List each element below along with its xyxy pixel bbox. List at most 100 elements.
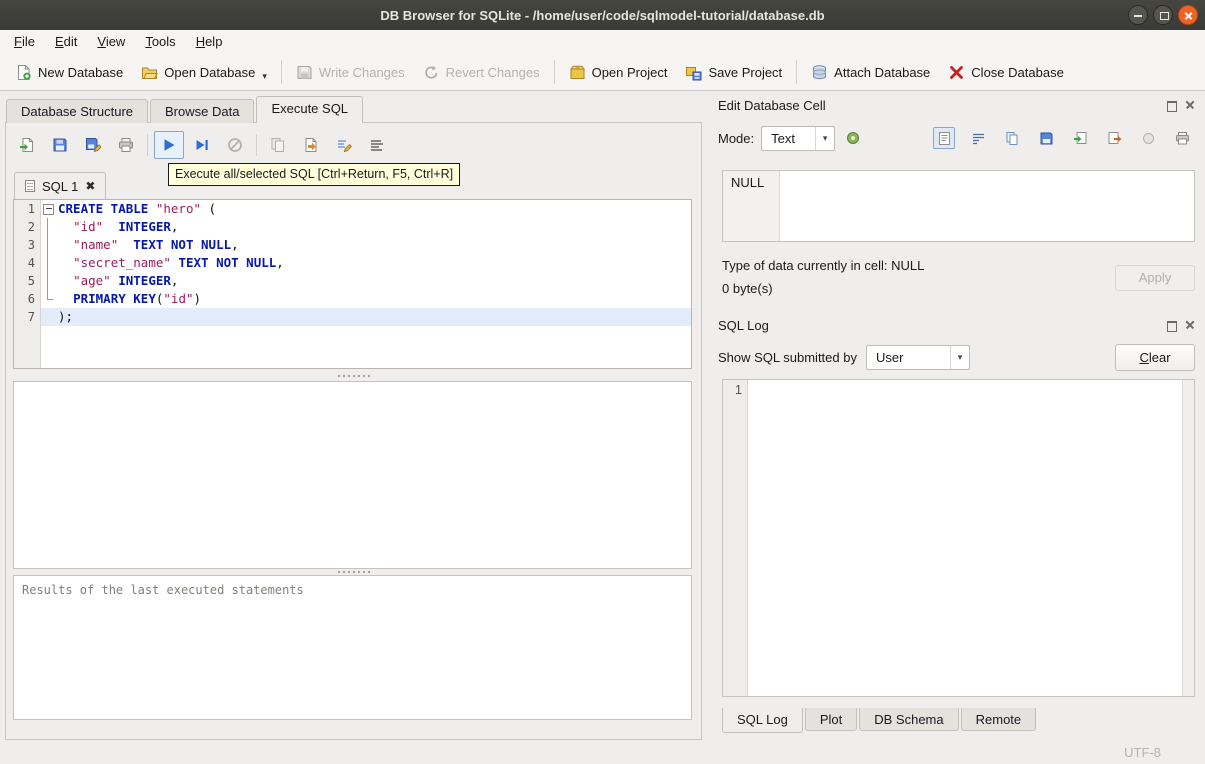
tab-execute-sql[interactable]: Execute SQL	[256, 96, 364, 123]
save-sql-as-button[interactable]	[78, 131, 108, 159]
close-button[interactable]	[1178, 5, 1198, 25]
close-database-button[interactable]: Close Database	[939, 59, 1073, 86]
save-sql-file-button[interactable]	[45, 131, 75, 159]
editor-line[interactable]: PRIMARY KEY("id")	[41, 290, 691, 308]
chevron-down-icon: ▾	[815, 126, 834, 150]
print-cell-button[interactable]	[1171, 127, 1193, 149]
encoding-indicator[interactable]: UTF-8	[1124, 745, 1161, 760]
execute-all-icon	[164, 139, 175, 151]
copy-cell-button[interactable]	[1001, 127, 1023, 149]
export-results-button[interactable]	[296, 131, 326, 159]
menu-edit[interactable]: Edit	[45, 30, 87, 54]
float-panel-icon[interactable]	[1166, 320, 1177, 332]
code-text: );	[58, 309, 74, 324]
auto-switch-mode-icon	[847, 132, 860, 144]
write-changes-button[interactable]: Write Changes	[287, 59, 414, 86]
editor-line[interactable]: "name" TEXT NOT NULL,	[41, 236, 691, 254]
minimize-button[interactable]	[1128, 5, 1148, 25]
open-database-button[interactable]: Open Database ▾	[132, 59, 276, 86]
app-window: DB Browser for SQLite - /home/user/code/…	[0, 0, 1205, 764]
menu-view[interactable]: View	[87, 30, 135, 54]
attach-database-button[interactable]: Attach Database	[802, 59, 939, 86]
menubar: File Edit View Tools Help	[0, 30, 1205, 54]
sql-document-tab[interactable]: SQL 1 ✖	[14, 172, 107, 199]
editor-line[interactable]: CREATE TABLE "hero" (	[41, 200, 691, 218]
sql-log-header: SQL Log	[718, 315, 1195, 335]
print-sql-button[interactable]	[111, 131, 141, 159]
filter-label: Show SQL submitted by	[718, 349, 857, 365]
fold-marker-icon[interactable]	[41, 200, 55, 218]
save-icon	[1040, 132, 1052, 144]
editor-line[interactable]: );	[41, 308, 691, 326]
sql-log-view[interactable]: 1	[722, 379, 1195, 697]
word-wrap-button[interactable]	[967, 127, 989, 149]
clear-log-button[interactable]: Clear	[1115, 343, 1195, 371]
stop-execution-button[interactable]	[220, 131, 250, 159]
export-cell-button[interactable]	[1103, 127, 1125, 149]
format-sql-icon	[371, 140, 383, 151]
right-panel: Edit Database Cell Mode: Text ▾ NULL Typ…	[706, 91, 1205, 740]
sql-tab-label: SQL 1	[42, 178, 79, 194]
format-sql-button[interactable]	[362, 131, 392, 159]
copy-results-button[interactable]	[263, 131, 293, 159]
log-content[interactable]	[748, 380, 1182, 696]
tab-plot[interactable]: Plot	[804, 708, 858, 731]
auto-switch-mode-button[interactable]	[842, 127, 864, 149]
tab-sql-log[interactable]: SQL Log	[722, 708, 803, 733]
text-document-icon	[938, 131, 950, 145]
maximize-button[interactable]	[1153, 5, 1173, 25]
chevron-down-icon: ▾	[949, 345, 969, 369]
apply-button[interactable]: Apply	[1115, 265, 1195, 291]
titlebar[interactable]: DB Browser for SQLite - /home/user/code/…	[0, 0, 1205, 30]
close-panel-icon[interactable]	[1184, 100, 1195, 111]
open-sql-file-button[interactable]	[12, 131, 42, 159]
chevron-down-icon[interactable]: ▾	[262, 71, 267, 82]
tab-browse-data[interactable]: Browse Data	[150, 99, 255, 123]
menu-file[interactable]: File	[4, 30, 45, 54]
editor-line[interactable]: "secret_name" TEXT NOT NULL,	[41, 254, 691, 272]
set-null-button[interactable]	[1137, 127, 1159, 149]
code-text: "name" TEXT NOT NULL,	[73, 237, 239, 252]
close-tab-icon[interactable]: ✖	[85, 180, 95, 192]
write-changes-icon	[297, 65, 312, 79]
revert-changes-button[interactable]: Revert Changes	[414, 59, 549, 86]
window-title: DB Browser for SQLite - /home/user/code/…	[380, 7, 825, 23]
execute-line-button[interactable]	[187, 131, 217, 159]
editor-line[interactable]: "id" INTEGER,	[41, 218, 691, 236]
editor-line[interactable]: "age" INTEGER,	[41, 272, 691, 290]
save-project-button[interactable]: Save Project	[676, 59, 791, 86]
window-controls	[1128, 5, 1198, 25]
copy-icon	[271, 138, 284, 152]
splitter-handle[interactable]	[335, 373, 372, 379]
copy-icon	[1006, 131, 1017, 145]
tab-db-schema[interactable]: DB Schema	[859, 708, 959, 731]
close-panel-icon[interactable]	[1184, 320, 1195, 331]
results-grid[interactable]	[13, 381, 692, 569]
fold-marker-icon	[41, 218, 55, 236]
log-scrollbar[interactable]	[1182, 380, 1194, 696]
results-message-pane[interactable]: Results of the last executed statements	[13, 575, 692, 720]
execute-all-button[interactable]	[154, 131, 184, 159]
text-mode-button[interactable]	[933, 127, 955, 149]
line-number: 5	[27, 274, 35, 288]
toolbar-separator	[280, 60, 282, 84]
menu-tools[interactable]: Tools	[135, 30, 185, 54]
float-panel-icon[interactable]	[1166, 100, 1177, 112]
new-database-button[interactable]: New Database	[6, 59, 132, 86]
mode-select[interactable]: Text ▾	[761, 125, 836, 151]
save-cell-button[interactable]	[1035, 127, 1057, 149]
find-replace-button[interactable]	[329, 131, 359, 159]
tab-database-structure[interactable]: Database Structure	[6, 99, 149, 123]
word-wrap-icon	[972, 133, 984, 144]
menu-help[interactable]: Help	[186, 30, 233, 54]
sql-toolbar	[12, 131, 395, 159]
cell-value-editor[interactable]: NULL	[722, 170, 1195, 242]
import-cell-button[interactable]	[1069, 127, 1091, 149]
save-sql-as-icon	[86, 138, 101, 153]
fold-marker-icon	[41, 308, 55, 326]
tab-remote[interactable]: Remote	[960, 708, 1037, 731]
open-project-button[interactable]: Open Project	[560, 59, 677, 86]
sql-editor-lines[interactable]: CREATE TABLE "hero" ( "id" INTEGER, "nam…	[41, 200, 691, 368]
sql-editor[interactable]: 1 2 3 4 5 6 7 CREATE TABLE "hero" ( "id" INTEG…	[13, 199, 692, 369]
submitted-by-select[interactable]: User ▾	[865, 344, 970, 370]
